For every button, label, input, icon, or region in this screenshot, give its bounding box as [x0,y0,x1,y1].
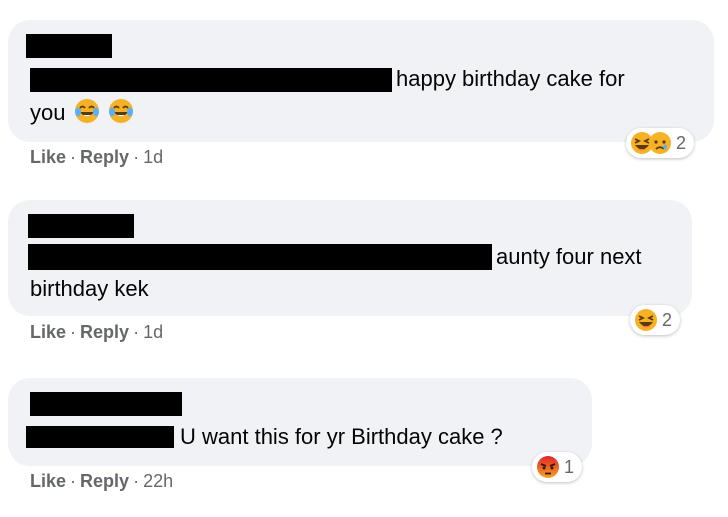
like-button[interactable]: Like [30,147,66,167]
separator: · [133,147,140,167]
tears-of-joy-icon [74,99,99,123]
reaction-summary[interactable]: 1 [532,452,583,482]
comment-text-line1: aunty four next [496,244,642,269]
reaction-count: 2 [662,309,673,330]
separator: · [70,322,77,342]
reply-button[interactable]: Reply [80,147,129,167]
comment-actions: Like · Reply · 22h [30,471,173,492]
redacted-author-name [26,34,112,58]
separator: · [70,147,77,167]
redacted-author-name [30,392,182,416]
redacted-comment-text [26,426,174,448]
angry-reaction-icon [537,456,559,478]
comment-text-line2-label: you [30,100,66,125]
comment-actions: Like · Reply · 1d [30,147,163,168]
separator: · [133,322,140,342]
redacted-comment-text [28,244,492,270]
like-button[interactable]: Like [30,471,66,491]
comment-text-line1: U want this for yr Birthday cake ? [180,424,503,449]
separator: · [70,471,77,491]
like-button[interactable]: Like [30,322,66,342]
timestamp[interactable]: 1d [143,322,163,342]
comment-actions: Like · Reply · 1d [30,322,163,343]
reaction-summary[interactable]: 2 [630,305,681,335]
reaction-count: 1 [564,456,575,477]
sad-reaction-icon [649,132,671,154]
redacted-comment-text [30,68,392,92]
comment-text-line2: birthday kek [30,276,149,301]
reply-button[interactable]: Reply [80,322,129,342]
timestamp[interactable]: 1d [143,147,163,167]
comment-text-line1: happy birthday cake for [396,66,625,91]
reaction-count: 2 [676,132,687,153]
haha-reaction-icon [635,309,657,331]
reaction-summary[interactable]: 2 [626,128,695,158]
comment-text-line2: you [30,98,134,128]
tears-of-joy-icon [108,99,133,123]
timestamp[interactable]: 22h [143,471,173,491]
redacted-author-name [28,214,134,238]
reply-button[interactable]: Reply [80,471,129,491]
separator: · [133,471,140,491]
